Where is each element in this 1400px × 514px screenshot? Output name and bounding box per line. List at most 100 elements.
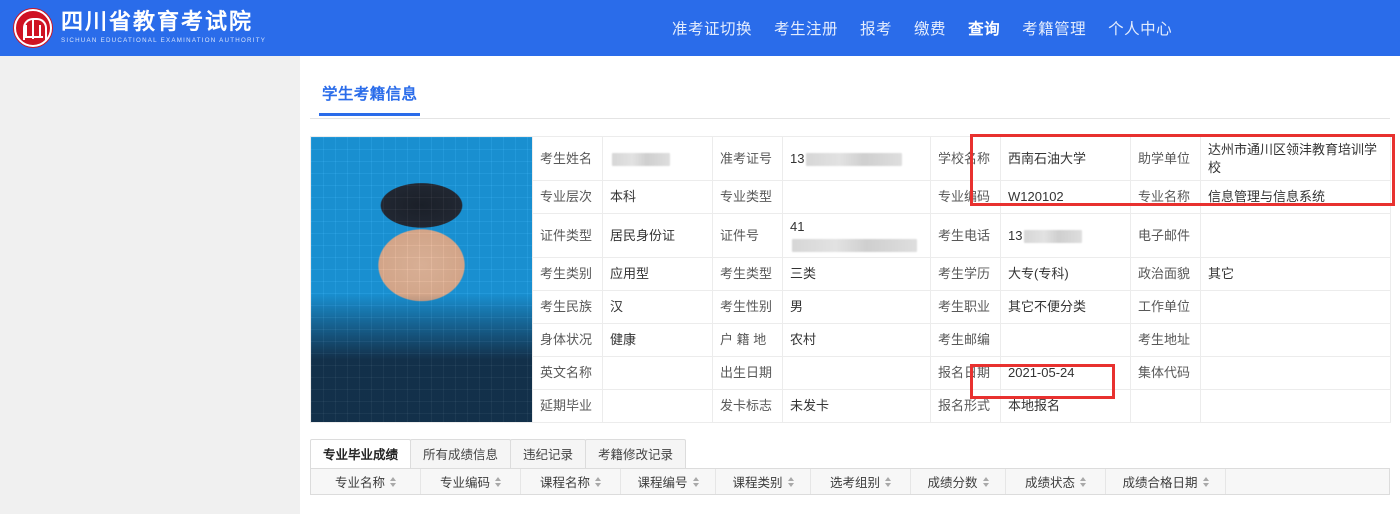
label-major-name: 专业名称 bbox=[1130, 180, 1201, 215]
redacted-value bbox=[806, 152, 903, 166]
brand: 四川省教育考试院 SICHUAN EDUCATIONAL EXAMINATION… bbox=[14, 9, 266, 47]
label-id-number: 证件号 bbox=[712, 213, 783, 259]
col-header-major-name[interactable]: 专业名称 bbox=[311, 469, 421, 495]
label-id-type: 证件类型 bbox=[532, 213, 603, 259]
site-header: 四川省教育考试院 SICHUAN EDUCATIONAL EXAMINATION… bbox=[0, 0, 1400, 56]
value-ethnicity: 汉 bbox=[602, 290, 713, 325]
label-email: 电子邮件 bbox=[1130, 213, 1201, 259]
col-header-pass-date[interactable]: 成绩合格日期 bbox=[1106, 469, 1226, 495]
value-major-name: 信息管理与信息系统 bbox=[1200, 180, 1391, 215]
col-header-score-status[interactable]: 成绩状态 bbox=[1006, 469, 1106, 495]
label-admission-ticket-no: 准考证号 bbox=[712, 135, 783, 182]
nav-item-kaoji-guanli[interactable]: 考籍管理 bbox=[1022, 17, 1086, 39]
label-empty bbox=[1130, 389, 1201, 424]
label-major-type: 专业类型 bbox=[712, 180, 783, 215]
value-admission-ticket-no: 13 bbox=[782, 135, 931, 182]
value-postal-code bbox=[1000, 323, 1131, 358]
records-grid-header: 专业名称 专业编码 课程名称 课程编号 课程类别 选考组别 成绩分数 成绩状态 … bbox=[310, 468, 1390, 496]
col-header-major-code[interactable]: 专业编码 bbox=[421, 469, 521, 495]
candidate-photo bbox=[310, 135, 533, 424]
nav-item-kaosheng-zhuce[interactable]: 考生注册 bbox=[774, 17, 838, 39]
value-household-area: 农村 bbox=[782, 323, 931, 358]
value-card-issued-flag: 未发卡 bbox=[782, 389, 931, 424]
label-birth-date: 出生日期 bbox=[712, 356, 783, 391]
sort-icon[interactable] bbox=[982, 476, 989, 487]
value-candidate-category: 应用型 bbox=[602, 257, 713, 292]
tab-major-graduation-scores[interactable]: 专业毕业成绩 bbox=[310, 439, 412, 469]
brand-title-en: SICHUAN EDUCATIONAL EXAMINATION AUTHORIT… bbox=[61, 37, 267, 45]
value-health-status: 健康 bbox=[602, 323, 713, 358]
value-registration-form: 本地报名 bbox=[1000, 389, 1131, 424]
brand-text: 四川省教育考试院 SICHUAN EDUCATIONAL EXAMINATION… bbox=[61, 11, 266, 44]
sort-icon[interactable] bbox=[692, 476, 699, 487]
value-candidate-phone: 13 bbox=[1000, 213, 1131, 259]
value-deferred-graduation bbox=[602, 389, 713, 424]
value-political-status: 其它 bbox=[1200, 257, 1391, 292]
value-occupation: 其它不便分类 bbox=[1000, 290, 1131, 325]
sort-icon[interactable] bbox=[885, 476, 891, 487]
col-header-course-category[interactable]: 课程类别 bbox=[716, 469, 811, 495]
value-birth-date bbox=[782, 356, 931, 391]
value-candidate-type: 三类 bbox=[782, 257, 931, 292]
col-header-score[interactable]: 成绩分数 bbox=[911, 469, 1006, 495]
sort-icon[interactable] bbox=[1080, 476, 1086, 487]
label-major-level: 专业层次 bbox=[532, 180, 603, 215]
col-header-course-code[interactable]: 课程编号 bbox=[621, 469, 716, 495]
tab-all-score-info[interactable]: 所有成绩信息 bbox=[410, 439, 512, 469]
label-card-issued-flag: 发卡标志 bbox=[712, 389, 783, 424]
value-major-level: 本科 bbox=[602, 180, 713, 215]
label-ethnicity: 考生民族 bbox=[532, 290, 603, 325]
value-group-code bbox=[1200, 356, 1391, 391]
label-occupation: 考生职业 bbox=[930, 290, 1001, 325]
label-postal-code: 考生邮编 bbox=[930, 323, 1001, 358]
sort-icon[interactable] bbox=[390, 476, 396, 487]
sort-icon[interactable] bbox=[595, 476, 601, 487]
page-body: 学生考籍信息 考生姓名 准考证号 13 学校名称 西南石油大学 助学单位 达州市… bbox=[0, 56, 1400, 514]
sort-icon[interactable] bbox=[787, 476, 794, 487]
label-health-status: 身体状况 bbox=[532, 323, 603, 358]
tab-student-record-info[interactable]: 学生考籍信息 bbox=[318, 82, 421, 116]
nav-item-baokao[interactable]: 报考 bbox=[860, 17, 892, 39]
label-registration-date: 报名日期 bbox=[930, 356, 1001, 391]
sort-icon[interactable] bbox=[495, 476, 501, 487]
records-tabbar: 专业毕业成绩 所有成绩信息 违纪记录 考籍修改记录 bbox=[310, 439, 1390, 469]
value-education: 大专(专科) bbox=[1000, 257, 1131, 292]
value-registration-date: 2021-05-24 bbox=[1000, 356, 1131, 391]
value-support-unit: 达州市通川区领沣教育培训学校 bbox=[1200, 135, 1391, 182]
value-id-type: 居民身份证 bbox=[602, 213, 713, 259]
value-email bbox=[1200, 213, 1391, 259]
label-english-name: 英文名称 bbox=[532, 356, 603, 391]
value-work-unit bbox=[1200, 290, 1391, 325]
label-candidate-type: 考生类型 bbox=[712, 257, 783, 292]
label-gender: 考生性别 bbox=[712, 290, 783, 325]
label-support-unit: 助学单位 bbox=[1130, 135, 1201, 182]
label-candidate-category: 考生类别 bbox=[532, 257, 603, 292]
redacted-value bbox=[792, 238, 917, 252]
value-id-number: 41 bbox=[782, 213, 931, 259]
nav-item-zhunkaozheng-qiehuan[interactable]: 准考证切换 bbox=[672, 17, 752, 39]
redacted-value bbox=[1024, 229, 1083, 243]
records-section: 专业毕业成绩 所有成绩信息 违纪记录 考籍修改记录 专业名称 专业编码 课程名称 bbox=[310, 439, 1390, 496]
col-header-elective-group[interactable]: 选考组别 bbox=[811, 469, 911, 495]
col-header-course-name[interactable]: 课程名称 bbox=[521, 469, 621, 495]
value-major-code: W120102 bbox=[1000, 180, 1131, 215]
nav-item-jiaofei[interactable]: 缴费 bbox=[914, 17, 946, 39]
value-gender: 男 bbox=[782, 290, 931, 325]
sichuan-seal-logo-icon bbox=[14, 9, 52, 47]
label-education: 考生学历 bbox=[930, 257, 1001, 292]
label-candidate-name: 考生姓名 bbox=[532, 135, 603, 182]
label-household-area: 户 籍 地 bbox=[712, 323, 783, 358]
tab-record-change-log[interactable]: 考籍修改记录 bbox=[585, 439, 687, 469]
table-row: 考生姓名 准考证号 13 学校名称 西南石油大学 助学单位 达州市通川区领沣教育… bbox=[310, 135, 1391, 424]
nav-item-geren-zhongxin[interactable]: 个人中心 bbox=[1108, 17, 1172, 39]
brand-title-cn: 四川省教育考试院 bbox=[61, 10, 254, 36]
redacted-value bbox=[612, 152, 670, 166]
label-group-code: 集体代码 bbox=[1130, 356, 1201, 391]
label-political-status: 政治面貌 bbox=[1130, 257, 1201, 292]
sort-icon[interactable] bbox=[1202, 476, 1209, 487]
label-school-name: 学校名称 bbox=[930, 135, 1001, 182]
nav-item-chaxun[interactable]: 查询 bbox=[968, 17, 1000, 39]
value-empty bbox=[1200, 389, 1391, 424]
value-school-name: 西南石油大学 bbox=[1000, 135, 1131, 182]
tab-violation-records[interactable]: 违纪记录 bbox=[510, 439, 587, 469]
